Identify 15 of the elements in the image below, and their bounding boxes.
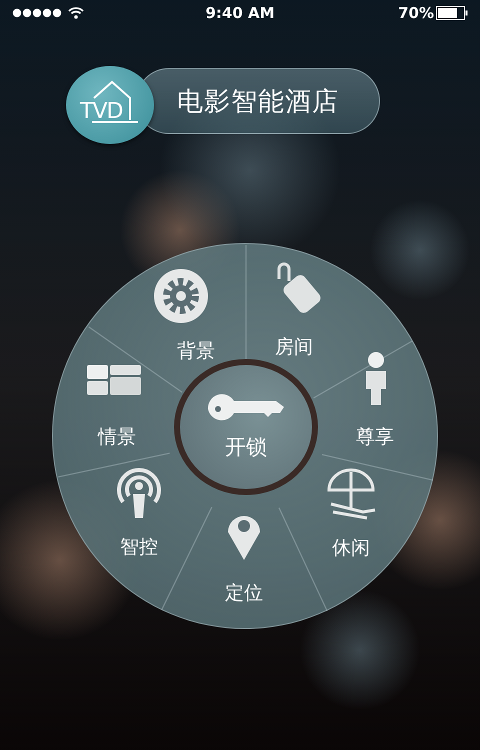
menu-label[interactable]: 房间	[275, 335, 313, 359]
menu-label[interactable]: 智控	[120, 535, 158, 559]
gear-icon[interactable]	[153, 268, 209, 324]
battery-icon	[436, 6, 468, 20]
menu-label[interactable]: 定位	[225, 581, 263, 605]
app-title: 电影智能酒店	[177, 86, 339, 118]
status-time: 9:40 AM	[205, 4, 275, 22]
logo-text: TVD	[80, 99, 122, 124]
menu-label[interactable]: 情景	[98, 425, 136, 449]
unlock-button[interactable]: 开锁	[174, 359, 318, 495]
wifi-icon	[68, 7, 84, 19]
menu-label[interactable]: 尊享	[356, 425, 394, 449]
menu-label[interactable]: 休闲	[332, 536, 370, 560]
battery-percent: 70%	[398, 4, 434, 22]
signal-strength-icon	[12, 8, 64, 18]
